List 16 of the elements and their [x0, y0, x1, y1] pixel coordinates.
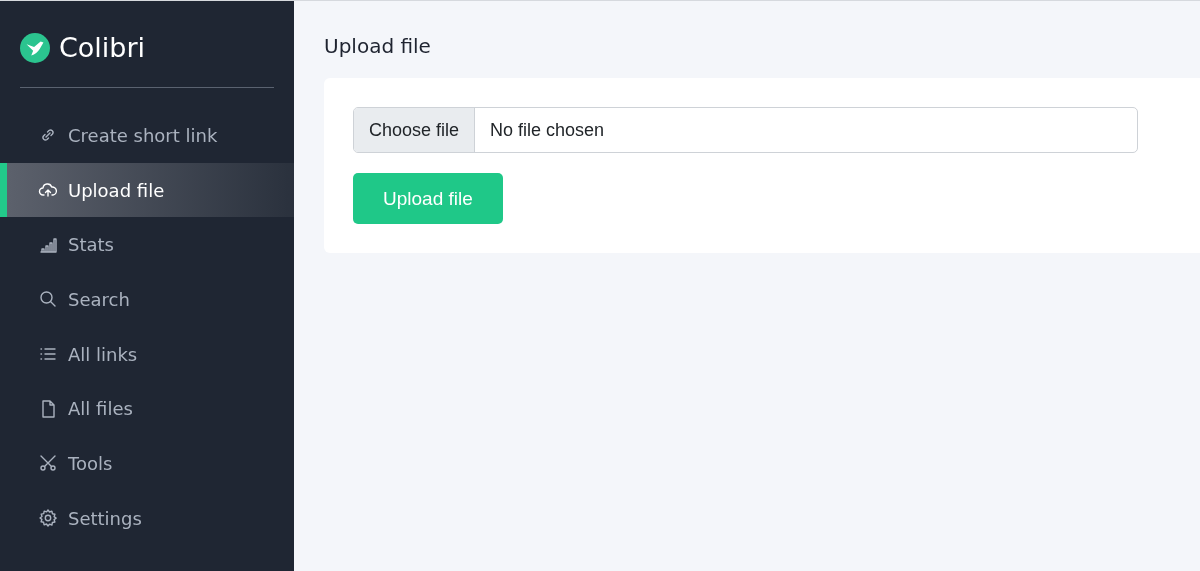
sidebar-item[interactable]: All links	[0, 326, 294, 382]
sidebar-item[interactable]: Tools	[0, 436, 294, 491]
page-title: Upload file	[324, 34, 432, 58]
sidebar-item[interactable]: Settings	[0, 490, 294, 546]
bird-logo-icon	[20, 32, 50, 63]
file-status-text: No file chosen	[489, 118, 605, 142]
choose-file-button[interactable]: Choose file	[354, 108, 476, 152]
scissors-icon	[38, 453, 58, 474]
file-input-field[interactable]: Choose file No file chosen	[353, 107, 1138, 153]
gear-icon	[38, 508, 58, 529]
sidebar-item[interactable]: All files	[0, 381, 294, 437]
sidebar-item[interactable]: Search	[0, 272, 294, 327]
sidebar-item[interactable]: Upload file	[0, 162, 294, 218]
sidebar-item[interactable]: Stats	[0, 217, 294, 273]
app-name: Colibri	[59, 32, 146, 63]
sidebar-item[interactable]: Create short link	[0, 108, 294, 163]
